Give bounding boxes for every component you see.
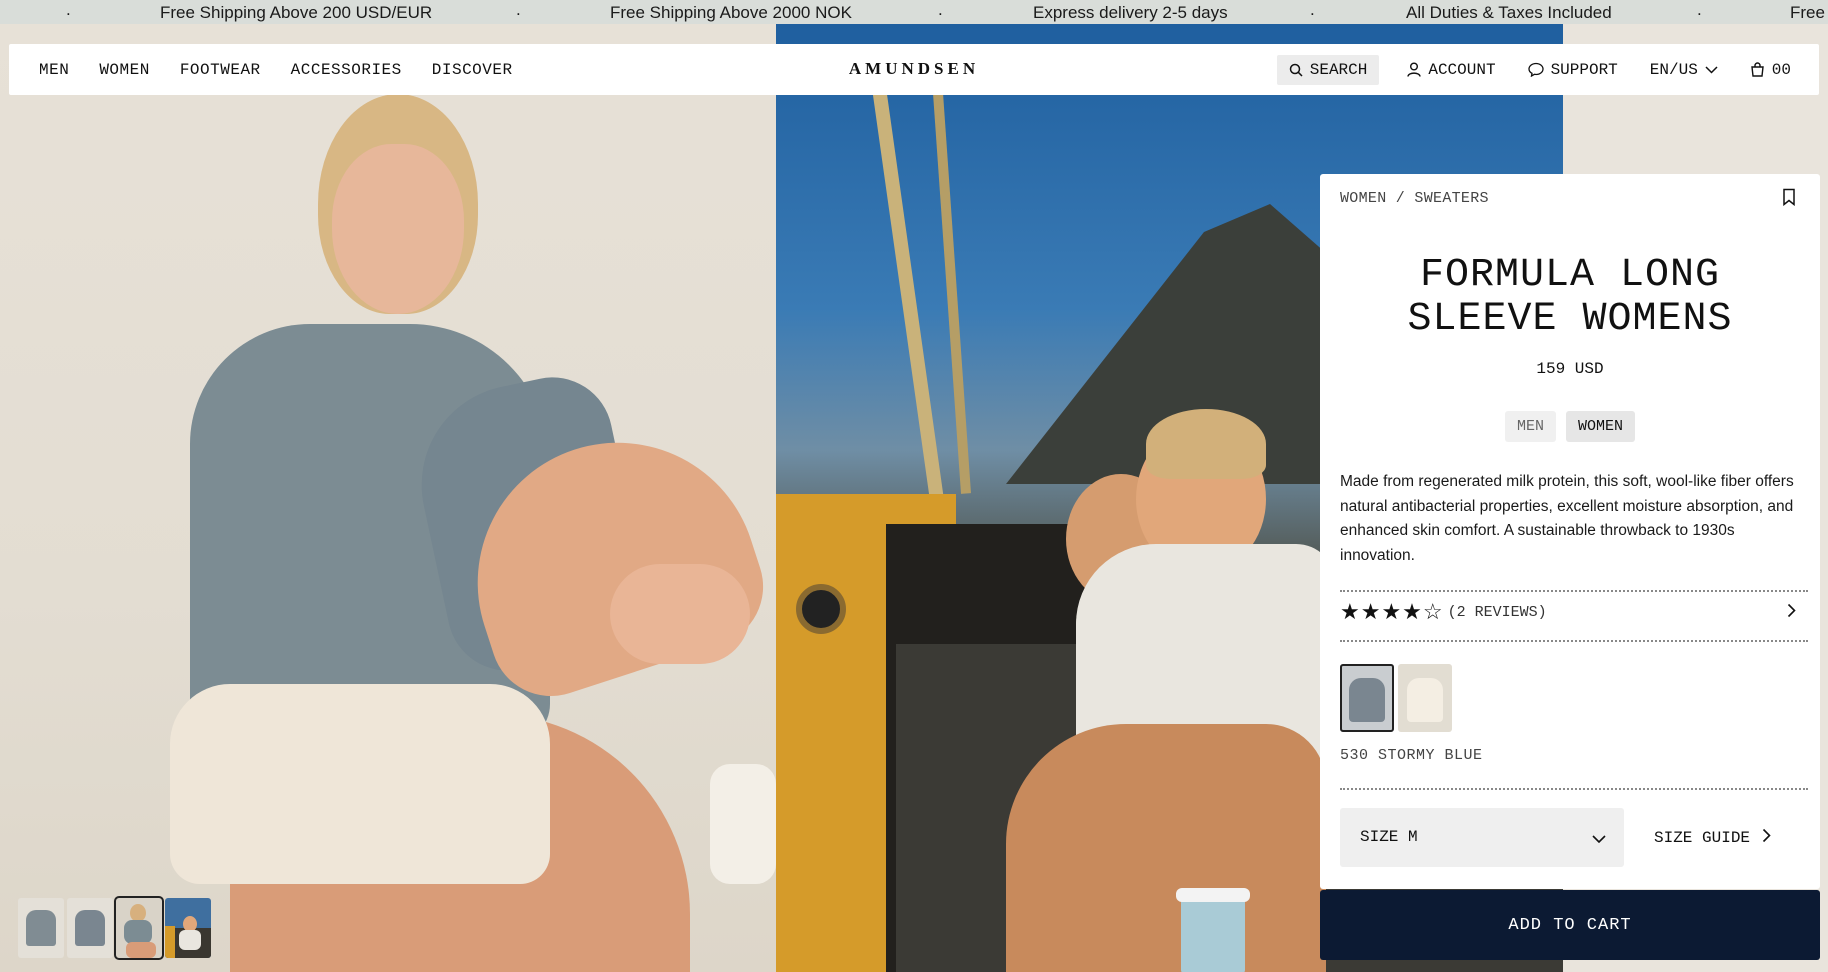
announcement-bar: . Free Shipping Above 200 USD/EUR . Free… bbox=[0, 0, 1828, 24]
gender-toggle: MEN WOMEN bbox=[1320, 411, 1820, 442]
gallery-thumbnail[interactable] bbox=[165, 898, 211, 958]
chevron-down-icon bbox=[1592, 830, 1606, 848]
chevron-down-icon bbox=[1705, 65, 1718, 74]
divider bbox=[1340, 788, 1808, 790]
gallery-thumbnails bbox=[18, 896, 211, 960]
reviews-count: (2 REVIEWS) bbox=[1447, 603, 1547, 621]
chevron-right-icon bbox=[1762, 828, 1771, 848]
star-rating: ★★★★☆ bbox=[1340, 599, 1444, 624]
color-swatch-stormy-blue[interactable] bbox=[1340, 664, 1394, 732]
ticker-separator: . bbox=[1310, 0, 1315, 19]
size-guide-label: SIZE GUIDE bbox=[1654, 829, 1751, 847]
site-header: MEN WOMEN FOOTWEAR ACCESSORIES DISCOVER … bbox=[9, 44, 1819, 95]
selected-color-name: 530 STORMY BLUE bbox=[1340, 747, 1483, 764]
locale-label: EN/US bbox=[1649, 60, 1698, 79]
support-link[interactable]: SUPPORT bbox=[1527, 60, 1618, 79]
size-selected-value: SIZE M bbox=[1360, 828, 1418, 846]
chevron-right-icon bbox=[1787, 603, 1796, 623]
ticker-item: Free Shipping Above 2000 NOK bbox=[610, 3, 852, 22]
gallery-thumbnail[interactable] bbox=[114, 896, 164, 960]
reviews-row[interactable]: ★★★★☆ (2 REVIEWS) bbox=[1340, 597, 1800, 627]
cart-button[interactable]: 00 bbox=[1750, 61, 1791, 79]
search-label: SEARCH bbox=[1309, 60, 1368, 79]
product-title-line: SLEEVE WOMENS bbox=[1407, 297, 1733, 342]
support-label: SUPPORT bbox=[1550, 60, 1618, 79]
ticker-separator: . bbox=[516, 0, 521, 19]
color-swatch-cream[interactable] bbox=[1398, 664, 1452, 732]
product-title-line: FORMULA LONG bbox=[1419, 253, 1721, 298]
ticker-item: Express delivery 2-5 days bbox=[1033, 3, 1228, 22]
ticker-separator: . bbox=[938, 0, 943, 19]
search-button[interactable]: SEARCH bbox=[1276, 54, 1380, 85]
search-icon bbox=[1289, 63, 1303, 77]
product-description: Made from regenerated milk protein, this… bbox=[1340, 473, 1794, 564]
ticker-separator: . bbox=[1697, 0, 1702, 19]
product-price: 159 USD bbox=[1536, 360, 1604, 378]
gallery-thumbnail[interactable] bbox=[18, 898, 64, 958]
divider bbox=[1340, 590, 1808, 592]
ticker-item: Free Shipping Above 200 USD/EUR bbox=[160, 3, 433, 22]
ticker-item: All Duties & Taxes Included bbox=[1406, 3, 1612, 22]
chat-bubble-icon bbox=[1527, 62, 1544, 77]
utility-nav: SEARCH ACCOUNT SUPPORT EN/US 00 bbox=[1276, 44, 1791, 95]
product-title: FORMULA LONG SLEEVE WOMENS bbox=[1340, 254, 1800, 342]
color-swatches bbox=[1340, 664, 1452, 732]
gender-option-men[interactable]: MEN bbox=[1504, 411, 1556, 442]
ticker-item: Free bbox=[1790, 3, 1825, 22]
locale-selector[interactable]: EN/US bbox=[1650, 61, 1718, 79]
product-info-panel: WOMEN / SWEATERS FORMULA LONG SLEEVE WOM… bbox=[1320, 174, 1820, 889]
account-link[interactable]: ACCOUNT bbox=[1407, 60, 1496, 79]
size-guide-link[interactable]: SIZE GUIDE bbox=[1654, 828, 1771, 848]
product-image-model bbox=[0, 24, 776, 972]
divider bbox=[1340, 640, 1808, 642]
ticker-separator: . bbox=[66, 0, 71, 19]
gallery-thumbnail[interactable] bbox=[67, 898, 113, 958]
bookmark-icon[interactable] bbox=[1782, 188, 1796, 211]
gender-option-women[interactable]: WOMEN bbox=[1566, 411, 1636, 442]
cart-count: 00 bbox=[1771, 60, 1791, 79]
add-to-cart-button[interactable]: ADD TO CART bbox=[1320, 890, 1820, 960]
shopping-bag-icon bbox=[1750, 62, 1765, 77]
user-icon bbox=[1407, 62, 1422, 77]
size-dropdown[interactable]: SIZE M bbox=[1340, 808, 1624, 867]
account-label: ACCOUNT bbox=[1428, 60, 1496, 79]
breadcrumb[interactable]: WOMEN / SWEATERS bbox=[1340, 190, 1489, 207]
